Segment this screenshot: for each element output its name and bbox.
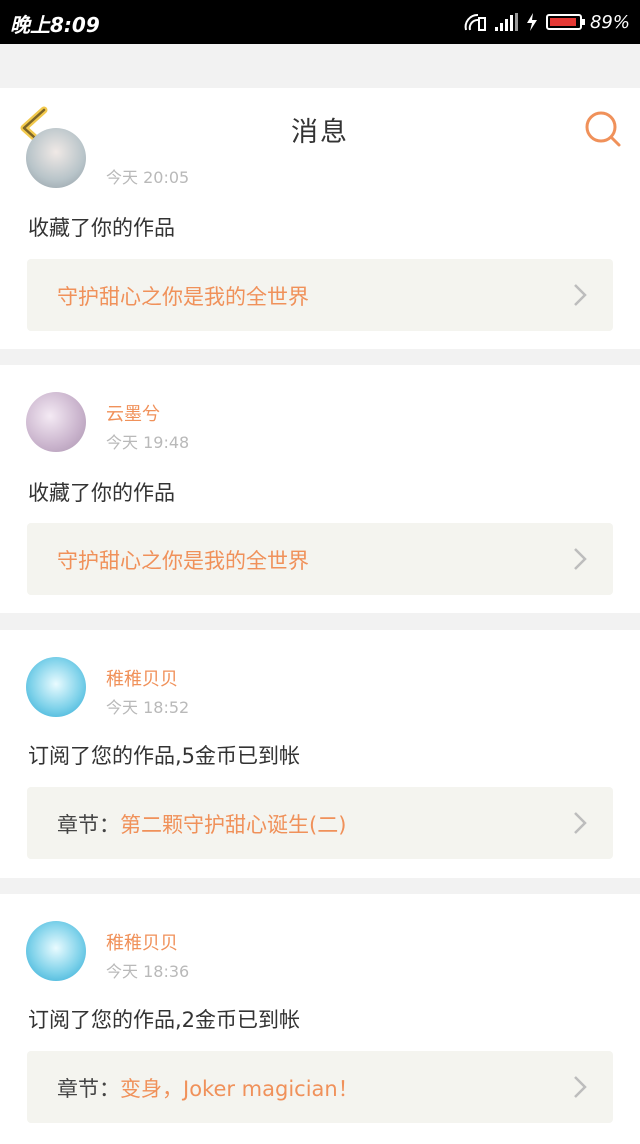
app-header: 消息 <box>0 88 640 167</box>
battery-icon <box>545 14 585 30</box>
work-link[interactable]: 守护甜心之你是我的全世界 <box>27 259 613 331</box>
chapter-link-label: 章节：变身，Joker magician！ <box>57 1077 359 1101</box>
status-bar: 晚上8:09 89% <box>0 0 640 44</box>
nfc-icon <box>464 13 486 31</box>
notification-action: 订阅了您的作品,5金币已到帐 <box>28 744 301 768</box>
avatar[interactable] <box>26 392 86 452</box>
work-link-label: 守护甜心之你是我的全世界 <box>57 549 309 573</box>
chapter-link[interactable]: 章节：变身，Joker magician！ <box>27 1051 613 1123</box>
notification-action: 收藏了你的作品 <box>28 481 175 505</box>
status-time: 晚上8:09 <box>10 13 100 37</box>
notification-card: 稚稚贝贝 今天 18:52 订阅了您的作品,5金币已到帐 章节：第二颗守护甜心诞… <box>0 630 640 878</box>
user-name[interactable]: 云墨兮 <box>106 400 160 426</box>
work-link-label: 守护甜心之你是我的全世界 <box>57 285 309 309</box>
notification-card: 今天 20:05 收藏了你的作品 守护甜心之你是我的全世界 <box>0 128 640 349</box>
notification-action: 收藏了你的作品 <box>28 216 175 240</box>
chapter-link[interactable]: 章节：第二颗守护甜心诞生(二) <box>27 787 613 859</box>
notification-card: 云墨兮 今天 19:48 收藏了你的作品 守护甜心之你是我的全世界 <box>0 365 640 613</box>
chevron-right-icon <box>574 1076 587 1098</box>
avatar[interactable] <box>26 921 86 981</box>
user-name[interactable]: 稚稚贝贝 <box>106 929 178 955</box>
charging-icon <box>526 13 537 31</box>
chapter-link-label: 章节：第二颗守护甜心诞生(二) <box>57 813 347 837</box>
notification-card: 稚稚贝贝 今天 18:36 订阅了您的作品,2金币已到帐 章节：变身，Joker… <box>0 894 640 1144</box>
notification-action: 订阅了您的作品,2金币已到帐 <box>28 1008 301 1032</box>
avatar[interactable] <box>26 657 86 717</box>
notification-time: 今天 19:48 <box>106 433 190 452</box>
notification-time: 今天 18:52 <box>106 698 190 717</box>
status-icons: 89% <box>463 8 630 36</box>
work-link[interactable]: 守护甜心之你是我的全世界 <box>27 523 613 595</box>
notification-time: 今天 18:36 <box>106 962 190 981</box>
chevron-right-icon <box>574 284 587 306</box>
page-title: 消息 <box>291 117 349 148</box>
user-name[interactable]: 稚稚贝贝 <box>106 665 178 691</box>
notification-time: 今天 20:05 <box>106 168 190 187</box>
chevron-right-icon <box>574 812 587 834</box>
chevron-right-icon <box>574 548 587 570</box>
search-icon[interactable] <box>584 110 622 148</box>
battery-percent: 89% <box>589 11 630 33</box>
avatar[interactable] <box>26 128 86 188</box>
signal-icon <box>494 13 518 31</box>
